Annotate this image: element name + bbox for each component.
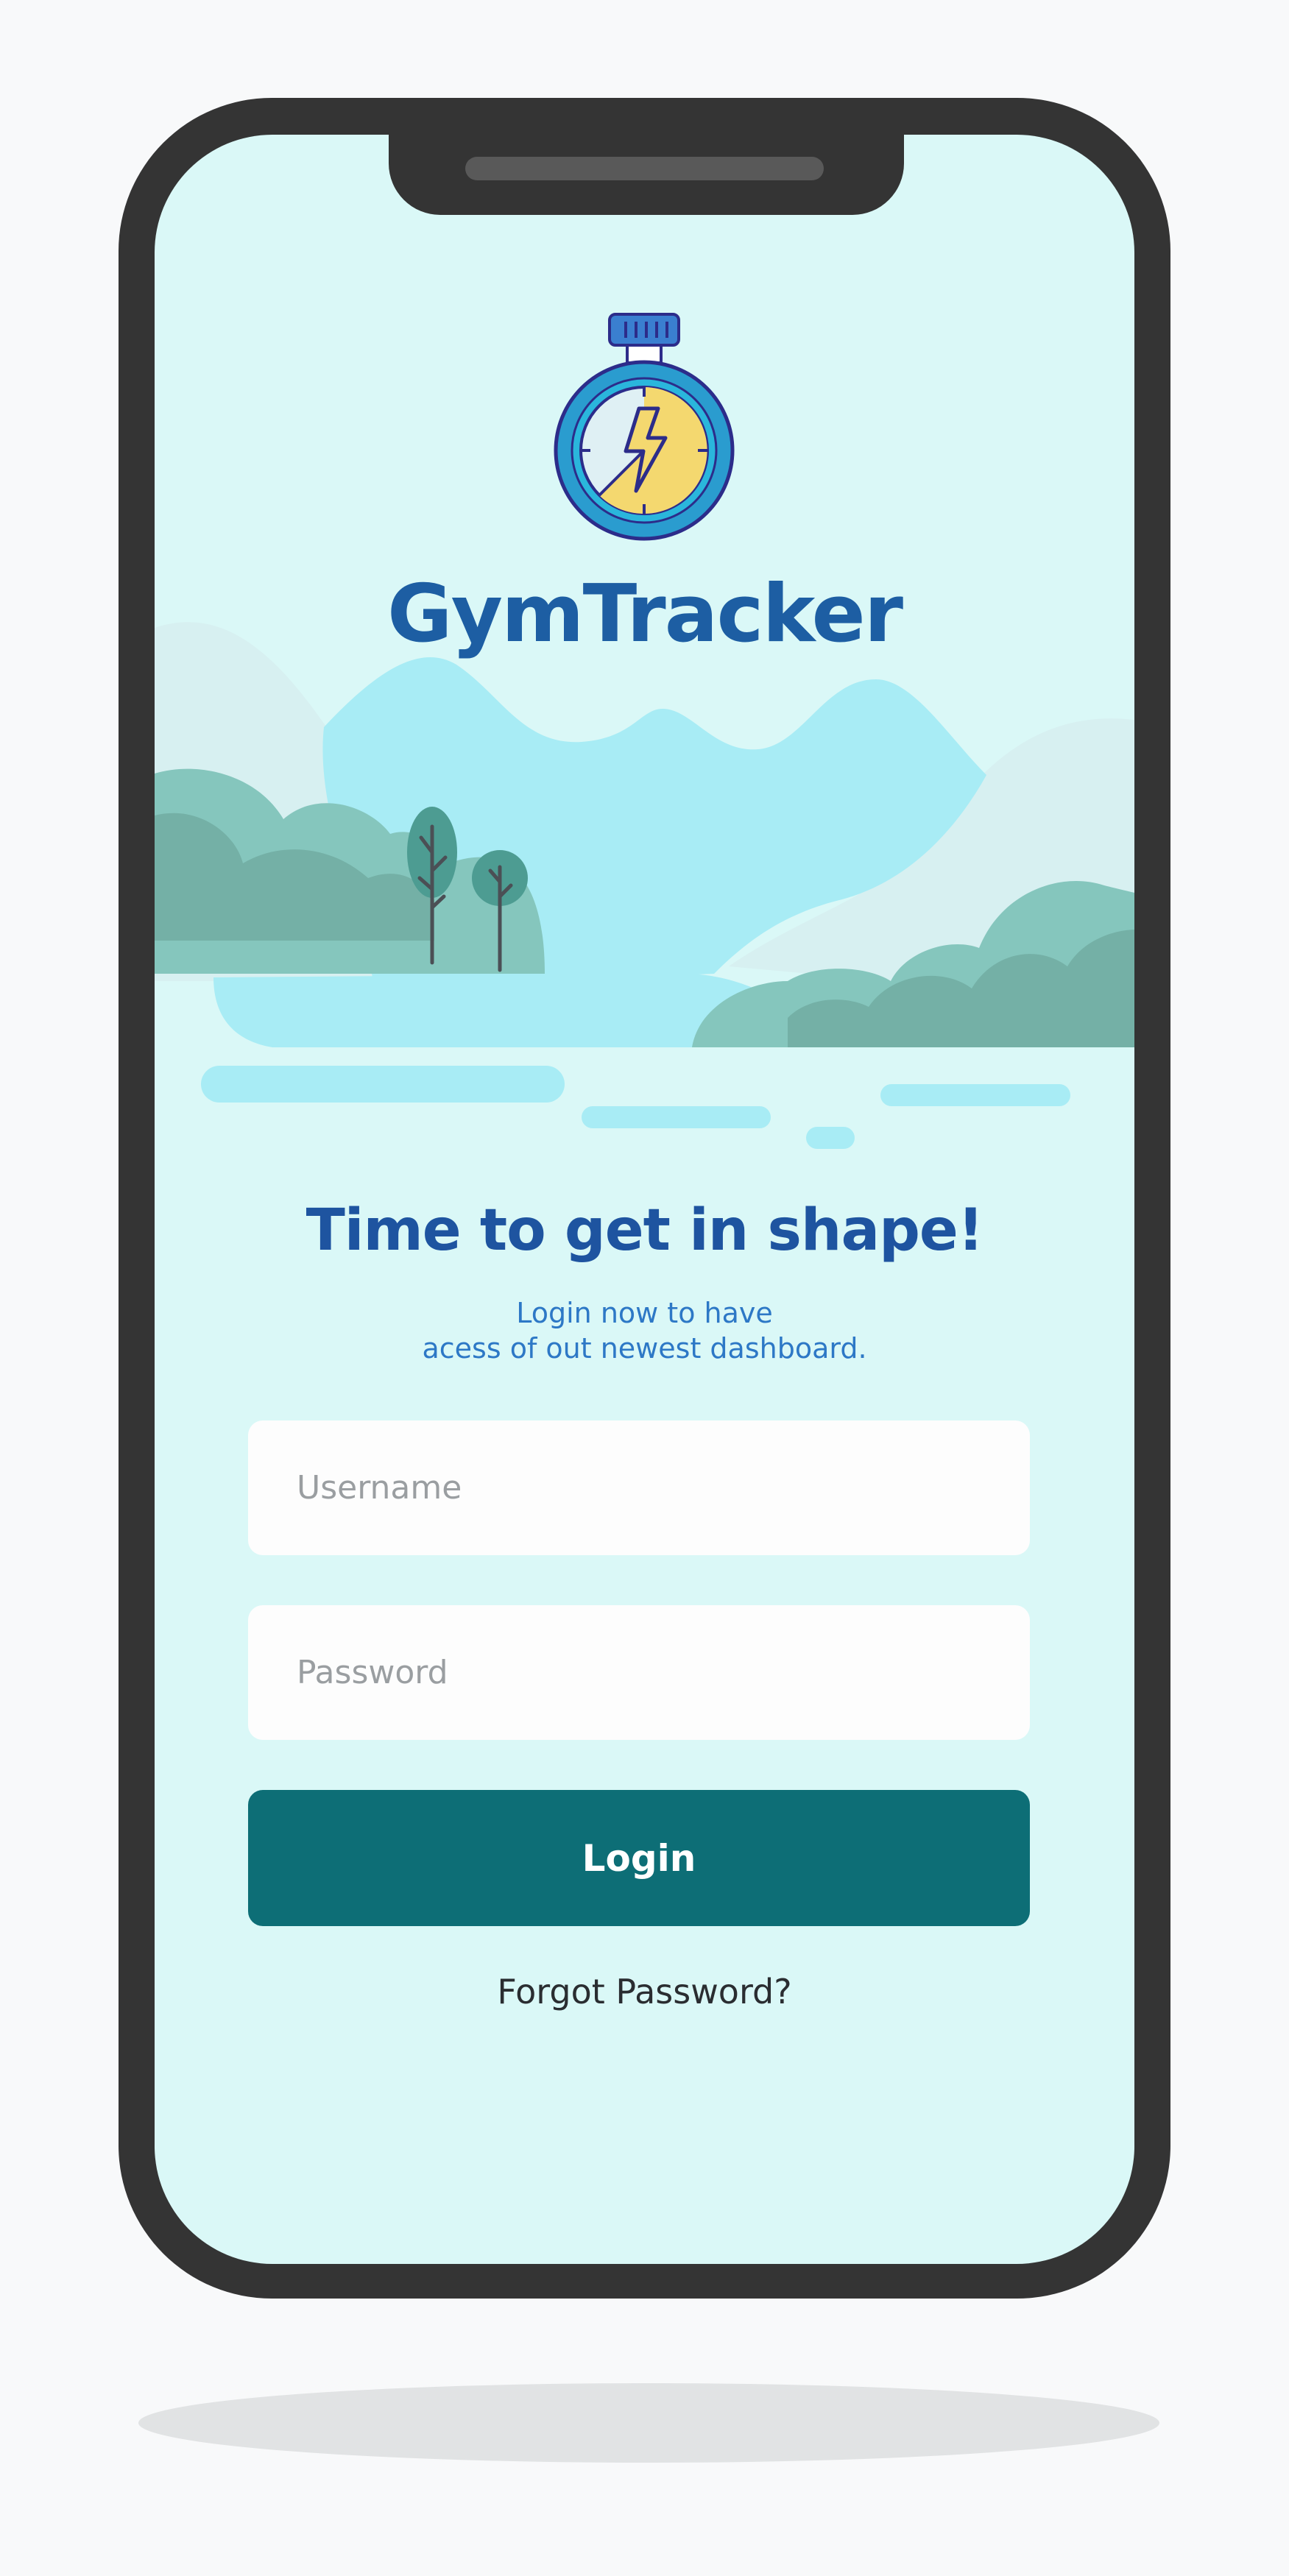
phone-shadow [138, 2383, 1159, 2463]
phone-speaker [465, 157, 824, 180]
app-title: GymTracker [387, 568, 903, 660]
login-subtext: Login now to have acess of out newest da… [155, 1295, 1134, 1366]
ripple-4 [880, 1084, 1070, 1106]
password-input[interactable] [248, 1605, 1030, 1740]
login-subtext-line-2: acess of out newest dashboard. [422, 1332, 867, 1365]
ripple-3 [806, 1127, 855, 1149]
forgot-password-link[interactable]: Forgot Password? [155, 1970, 1134, 2014]
stopwatch-lightning-icon [554, 313, 735, 541]
login-subtext-line-1: Login now to have [516, 1297, 773, 1329]
login-button[interactable]: Login [248, 1790, 1030, 1926]
ripple-2 [582, 1106, 771, 1128]
ripple-1 [201, 1066, 565, 1103]
login-headline: Time to get in shape! [306, 1197, 984, 1264]
username-input[interactable] [248, 1420, 1030, 1555]
